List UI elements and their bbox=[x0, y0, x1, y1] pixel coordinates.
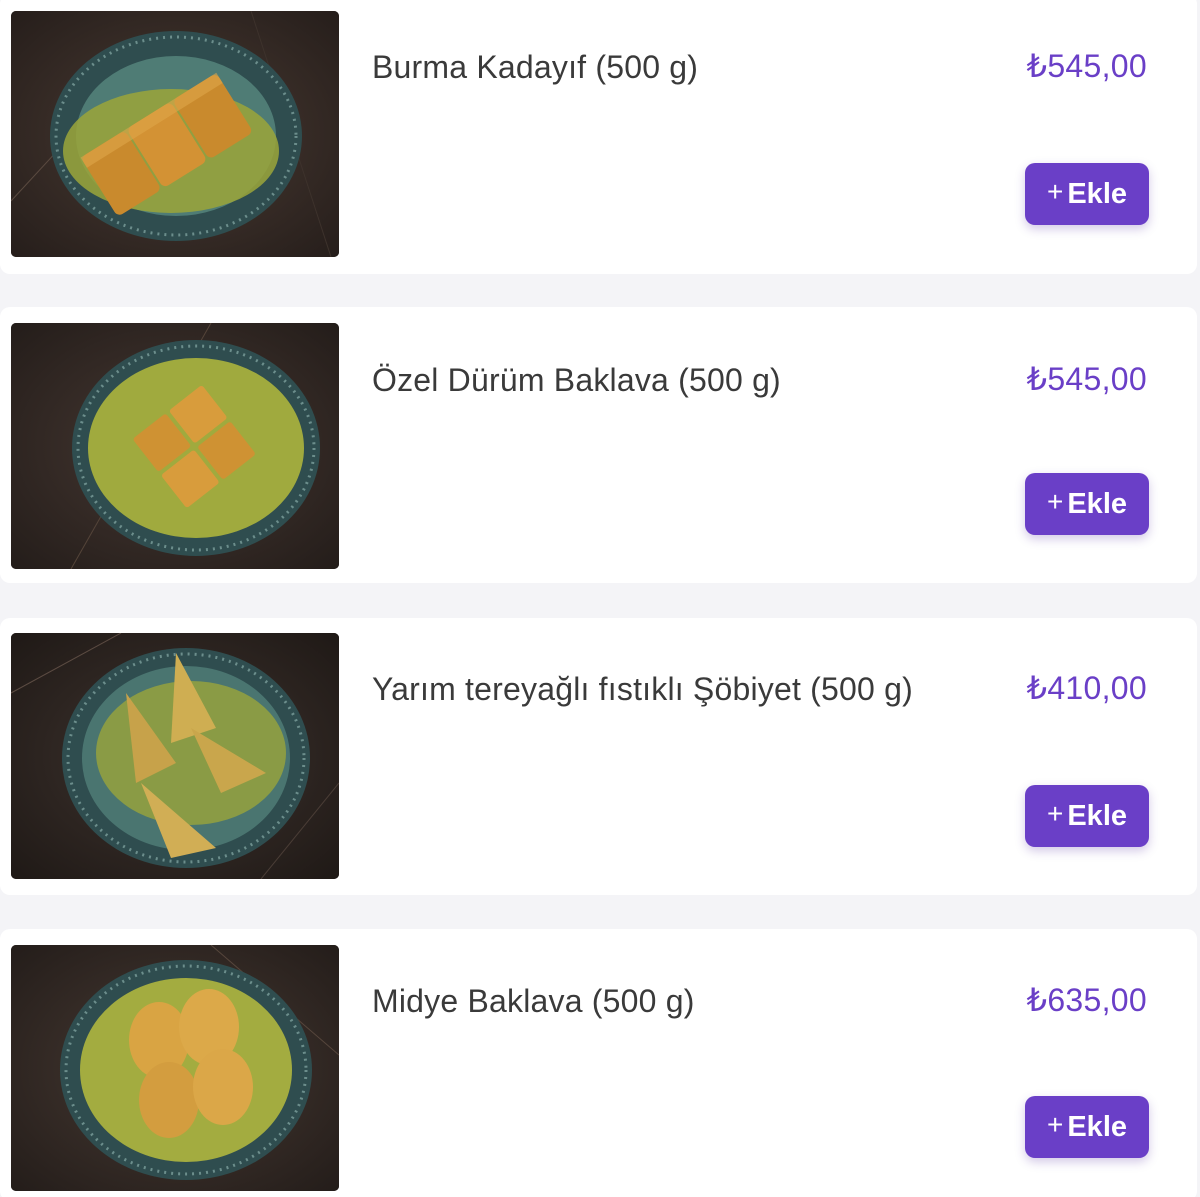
product-price: ₺545,00 bbox=[1026, 361, 1147, 397]
product-name[interactable]: Özel Dürüm Baklava (500 g) bbox=[372, 355, 932, 405]
sobiyet-photo bbox=[11, 633, 339, 879]
product-price: ₺635,00 bbox=[1026, 982, 1147, 1018]
burma-kadayif-photo bbox=[11, 11, 339, 257]
product-name[interactable]: Midye Baklava (500 g) bbox=[372, 976, 932, 1026]
add-button-label: Ekle bbox=[1067, 1110, 1128, 1143]
product-image[interactable] bbox=[11, 11, 339, 257]
product-list: Burma Kadayıf (500 g) ₺545,00 + Ekle Öze… bbox=[0, 0, 1200, 1197]
product-image[interactable] bbox=[11, 945, 339, 1191]
product-price: ₺410,00 bbox=[1026, 670, 1147, 706]
product-image[interactable] bbox=[11, 323, 339, 569]
product-card[interactable]: Burma Kadayıf (500 g) ₺545,00 + Ekle bbox=[0, 0, 1197, 274]
product-card[interactable]: Midye Baklava (500 g) ₺635,00 + Ekle bbox=[0, 929, 1197, 1197]
plus-icon: + bbox=[1046, 798, 1064, 829]
plus-icon: + bbox=[1046, 176, 1064, 207]
add-to-cart-button[interactable]: + Ekle bbox=[1025, 1096, 1149, 1158]
add-to-cart-button[interactable]: + Ekle bbox=[1025, 163, 1149, 225]
add-button-label: Ekle bbox=[1067, 799, 1128, 832]
plus-icon: + bbox=[1046, 1109, 1064, 1140]
add-button-label: Ekle bbox=[1067, 177, 1128, 210]
product-image[interactable] bbox=[11, 633, 339, 879]
add-to-cart-button[interactable]: + Ekle bbox=[1025, 473, 1149, 535]
product-name[interactable]: Yarım tereyağlı fıstıklı Şöbiyet (500 g) bbox=[372, 664, 932, 714]
plus-icon: + bbox=[1046, 486, 1064, 517]
product-name[interactable]: Burma Kadayıf (500 g) bbox=[372, 42, 932, 92]
product-card[interactable]: Yarım tereyağlı fıstıklı Şöbiyet (500 g)… bbox=[0, 618, 1197, 895]
add-button-label: Ekle bbox=[1067, 487, 1128, 520]
ozel-durum-baklava-photo bbox=[11, 323, 339, 569]
product-card[interactable]: Özel Dürüm Baklava (500 g) ₺545,00 + Ekl… bbox=[0, 307, 1197, 583]
midye-baklava-photo bbox=[11, 945, 339, 1191]
product-price: ₺545,00 bbox=[1026, 48, 1147, 84]
add-to-cart-button[interactable]: + Ekle bbox=[1025, 785, 1149, 847]
